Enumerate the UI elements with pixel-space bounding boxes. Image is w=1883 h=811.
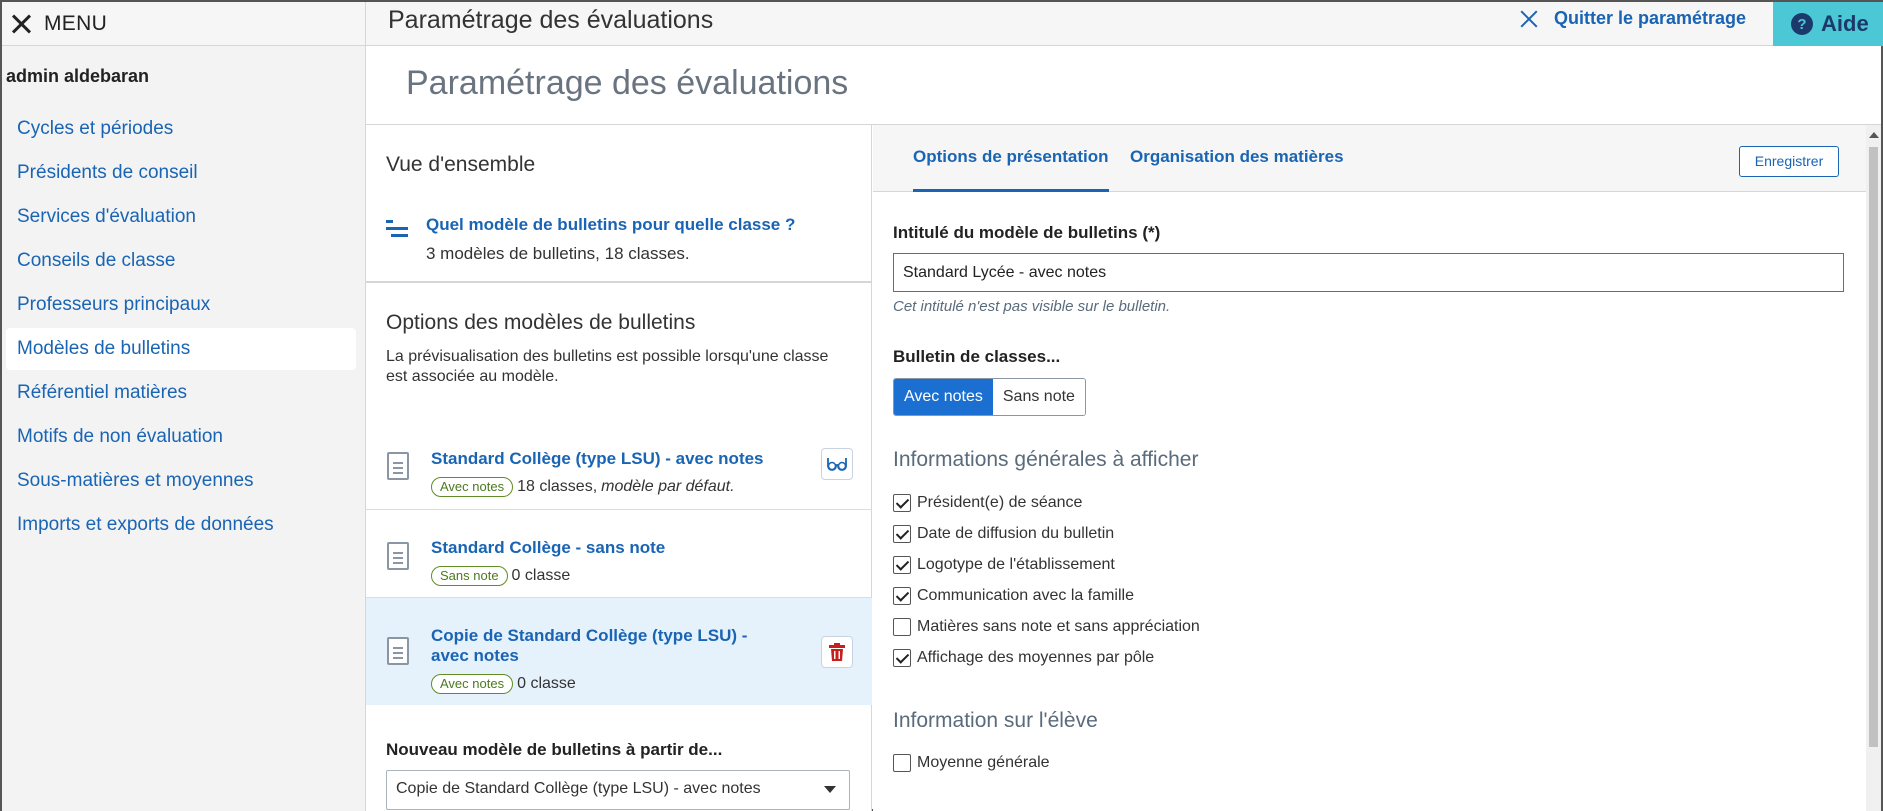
- checkbox-label[interactable]: Date de diffusion du bulletin: [917, 525, 1114, 543]
- divider: [366, 281, 872, 283]
- option-avec-notes[interactable]: Avec notes: [894, 379, 993, 415]
- model-editor: Options de présentation Organisation des…: [873, 125, 1866, 811]
- status-badge: Avec notes: [431, 477, 514, 497]
- quit-settings-link[interactable]: Quitter le paramétrage: [1520, 8, 1746, 29]
- model-meta: Sans note 0 classe: [431, 566, 570, 586]
- model-title[interactable]: Standard Collège (type LSU) - avec notes: [431, 449, 771, 469]
- options-title: Options des modèles de bulletins: [386, 311, 696, 334]
- checkbox-label[interactable]: Moyenne générale: [917, 754, 1050, 772]
- overview-title: Vue d'ensemble: [386, 153, 536, 176]
- checkbox-label[interactable]: Président(e) de séance: [917, 494, 1082, 512]
- status-badge: Avec notes: [431, 674, 514, 694]
- sidebar-item-sous-matieres[interactable]: Sous-matières et moyennes: [6, 460, 356, 502]
- document-icon: [387, 452, 409, 480]
- model-default: modèle par défaut.: [601, 478, 735, 495]
- help-icon: ?: [1791, 13, 1813, 35]
- model-name-input[interactable]: Standard Lycée - avec notes: [893, 253, 1844, 292]
- sidebar-item-professeurs[interactable]: Professeurs principaux: [6, 284, 356, 326]
- model-title[interactable]: Standard Collège - sans note: [431, 538, 771, 558]
- checkbox-label[interactable]: Logotype de l'établissement: [917, 556, 1115, 574]
- quit-label[interactable]: Quitter le paramétrage: [1554, 8, 1746, 29]
- overview-summary: 3 modèles de bulletins, 18 classes.: [426, 244, 690, 263]
- checkbox[interactable]: [893, 494, 911, 512]
- model-item[interactable]: Standard Collège (type LSU) - avec notes…: [366, 422, 872, 510]
- sidebar-item-presidents[interactable]: Présidents de conseil: [6, 152, 356, 194]
- general-section-title: Informations générales à afficher: [893, 448, 1199, 471]
- sidebar-item-motifs[interactable]: Motifs de non évaluation: [6, 416, 356, 458]
- checkbox-moyennes-pole[interactable]: Affichage des moyennes par pôle: [893, 649, 1154, 667]
- model-meta: Avec notes 18 classes, modèle par défaut…: [431, 477, 735, 497]
- scrollbar[interactable]: [1866, 125, 1881, 811]
- close-icon[interactable]: [1520, 10, 1538, 28]
- bulletin-type-toggle[interactable]: Avec notes Sans note: [893, 378, 1086, 416]
- options-description: La prévisualisation des bulletins est po…: [386, 348, 829, 385]
- close-icon[interactable]: [10, 13, 32, 35]
- status-badge: Sans note: [431, 566, 508, 586]
- document-icon: [387, 542, 409, 570]
- sidebar-item-cycles[interactable]: Cycles et périodes: [6, 108, 356, 150]
- models-column: Vue d'ensemble Quel modèle de bulletins …: [366, 125, 872, 811]
- model-classes: 0 classe: [517, 675, 576, 692]
- checkbox[interactable]: [893, 556, 911, 574]
- sidebar: admin aldebaran Cycles et périodes Prési…: [2, 46, 366, 811]
- sidebar-item-conseils[interactable]: Conseils de classe: [6, 240, 356, 282]
- new-model-select[interactable]: Copie de Standard Collège (type LSU) - a…: [386, 770, 850, 810]
- checkbox[interactable]: [893, 618, 911, 636]
- tab-organisation-matieres[interactable]: Organisation des matières: [1130, 147, 1344, 167]
- help-button[interactable]: ? Aide: [1773, 2, 1883, 46]
- model-item-selected[interactable]: Copie de Standard Collège (type LSU) - a…: [366, 598, 872, 705]
- save-button[interactable]: Enregistrer: [1739, 146, 1839, 177]
- sidebar-item-referentiel[interactable]: Référentiel matières: [6, 372, 356, 414]
- glasses-icon: [827, 458, 847, 471]
- user-name: admin aldebaran: [6, 66, 150, 86]
- checkbox-president[interactable]: Président(e) de séance: [893, 494, 1082, 512]
- menu-label[interactable]: MENU: [44, 12, 107, 36]
- checkbox[interactable]: [893, 587, 911, 605]
- trash-icon: [829, 643, 845, 661]
- model-classes: 18 classes,: [517, 478, 598, 495]
- checkbox-label[interactable]: Matières sans note et sans appréciation: [917, 618, 1200, 636]
- overview-link[interactable]: Quel modèle de bulletins pour quelle cla…: [426, 215, 795, 235]
- student-section-title: Information sur l'élève: [893, 709, 1098, 732]
- checkbox-date-diffusion[interactable]: Date de diffusion du bulletin: [893, 525, 1114, 543]
- top-title: Paramétrage des évaluations: [388, 6, 714, 34]
- tab-options-presentation[interactable]: Options de présentation: [913, 147, 1109, 192]
- scroll-up-icon[interactable]: [1869, 132, 1879, 138]
- checkbox[interactable]: [893, 754, 911, 772]
- checkbox[interactable]: [893, 649, 911, 667]
- sidebar-nav: Cycles et périodes Présidents de conseil…: [6, 108, 356, 548]
- new-model-select-value[interactable]: Copie de Standard Collège (type LSU) - a…: [396, 780, 761, 797]
- document-icon: [387, 637, 409, 665]
- page-title: Paramétrage des évaluations: [406, 64, 849, 102]
- checkbox-moyenne-generale[interactable]: Moyenne générale: [893, 754, 1050, 772]
- chevron-down-icon[interactable]: [824, 786, 836, 793]
- help-label[interactable]: Aide: [1821, 11, 1869, 37]
- checkbox-communication[interactable]: Communication avec la famille: [893, 587, 1134, 605]
- checkbox-logotype[interactable]: Logotype de l'établissement: [893, 556, 1115, 574]
- checkbox-matieres-sans-note[interactable]: Matières sans note et sans appréciation: [893, 618, 1200, 636]
- delete-button[interactable]: [821, 636, 853, 668]
- top-bar: MENU Paramétrage des évaluations Quitter…: [2, 2, 1883, 46]
- list-icon: [386, 220, 408, 238]
- tabs-bar: Options de présentation Organisation des…: [873, 125, 1866, 192]
- menu-toggle[interactable]: MENU: [2, 2, 366, 46]
- sidebar-item-modeles[interactable]: Modèles de bulletins: [6, 328, 356, 370]
- new-model-label: Nouveau modèle de bulletins à partir de.…: [386, 740, 723, 759]
- checkbox[interactable]: [893, 525, 911, 543]
- sidebar-item-imports[interactable]: Imports et exports de données: [6, 504, 356, 546]
- name-label: Intitulé du modèle de bulletins (*): [893, 223, 1161, 242]
- model-title[interactable]: Copie de Standard Collège (type LSU) - a…: [431, 626, 771, 666]
- preview-button[interactable]: [821, 448, 853, 480]
- checkbox-label[interactable]: Affichage des moyennes par pôle: [917, 649, 1154, 667]
- checkbox-label[interactable]: Communication avec la famille: [917, 587, 1134, 605]
- name-hint: Cet intitulé n'est pas visible sur le bu…: [893, 298, 1171, 315]
- model-classes: 0 classe: [511, 567, 571, 584]
- model-item[interactable]: Standard Collège - sans note Sans note 0…: [366, 510, 872, 598]
- scrollbar-thumb[interactable]: [1869, 147, 1878, 747]
- model-meta: Avec notes 0 classe: [431, 674, 576, 694]
- sidebar-item-services[interactable]: Services d'évaluation: [6, 196, 356, 238]
- option-sans-note[interactable]: Sans note: [992, 379, 1085, 415]
- bulletin-label: Bulletin de classes...: [893, 347, 1061, 366]
